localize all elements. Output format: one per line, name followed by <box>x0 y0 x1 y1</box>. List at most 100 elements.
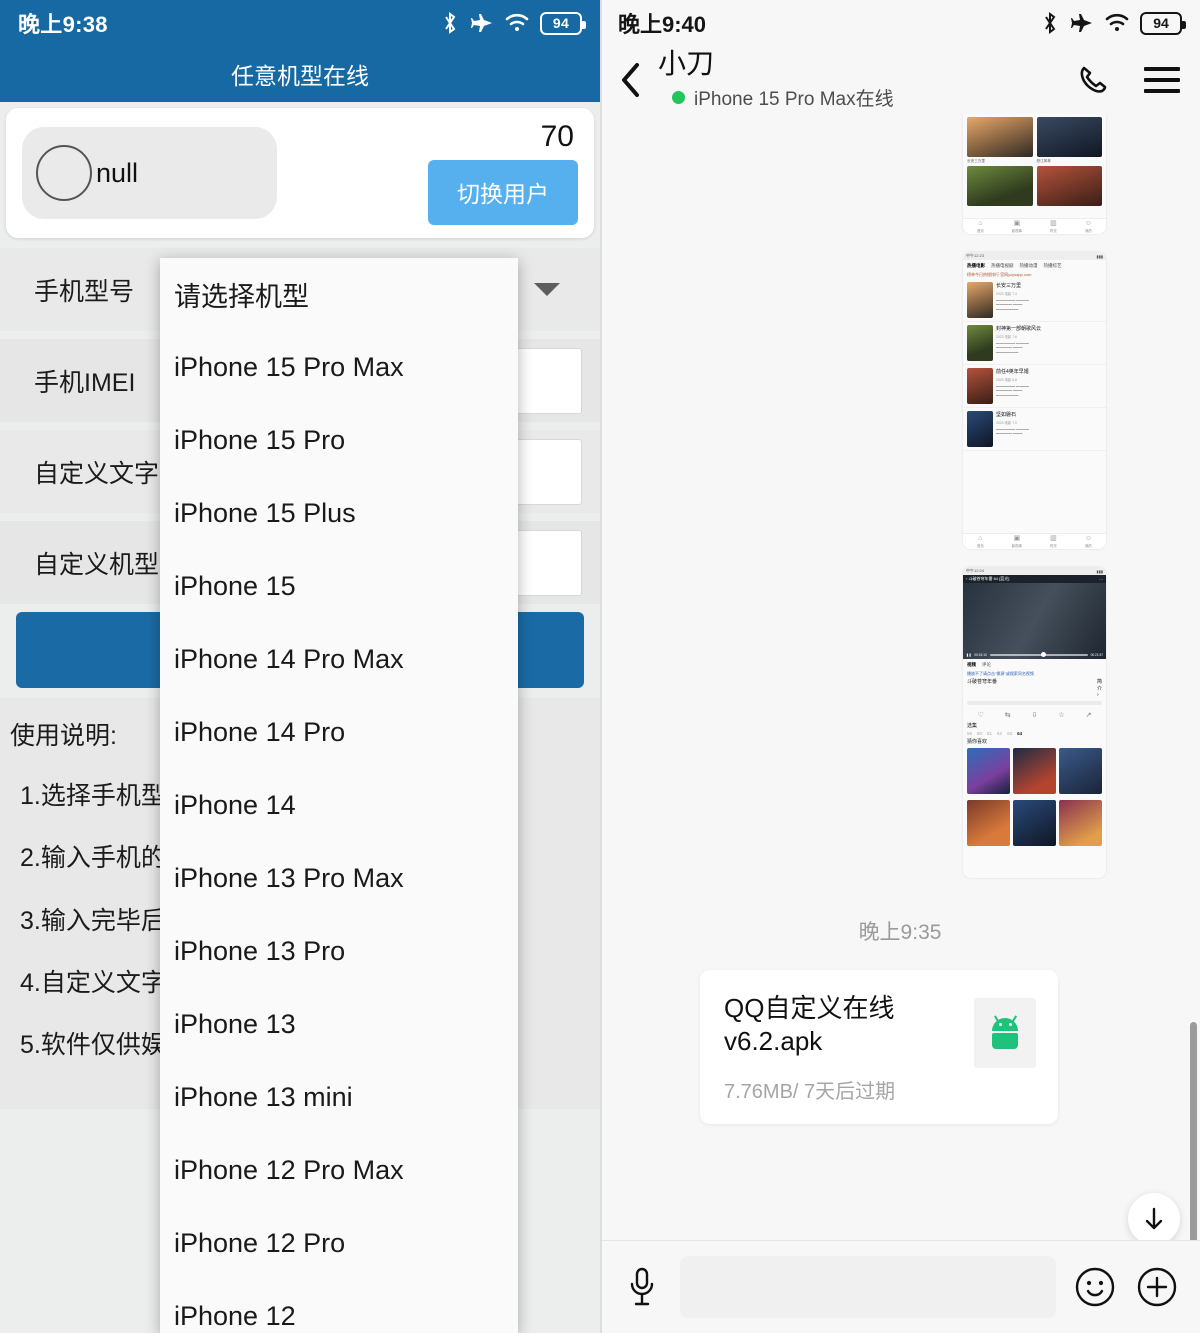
mini-list-statusbar: 中午12:23 ▮▮▮ <box>963 252 1106 260</box>
dropdown-option[interactable]: iPhone 14 Pro Max <box>160 623 518 696</box>
mini-home-navbar: ⌂ 首页 ▣ 影视库 ▥ 时光 ☺ 我的 <box>963 218 1106 234</box>
mini-player-recommend-row <box>963 797 1106 849</box>
status-time: 晚上9:38 <box>18 12 108 37</box>
mini-list-item: 封神第一部朝歌风云 2023 电影 7.6 ▬▬▬▬▬▬ ▬▬▬▬ ▬▬▬▬▬ ▬▬▬… <box>963 322 1106 365</box>
online-dot-icon <box>672 90 685 104</box>
android-apk-icon <box>974 998 1036 1068</box>
file-name: QQ自定义在线 v6.2.apk <box>724 993 895 1057</box>
contact-status: iPhone 15 Pro Max在线 <box>672 84 894 111</box>
mini-player-show: 斗破苍穹年番 简介 › <box>967 679 1102 698</box>
battery-icon: 94 <box>1140 11 1186 35</box>
mini-app-home: 精选电影 今日热搜榜 yzysapp.com 长安三万里 怒江风林 <box>963 114 1106 234</box>
dropdown-hint: 请选择机型 <box>174 282 309 312</box>
mini-list-promo: 榜单今日热搜排行 官网yzysapp.com <box>967 272 1032 277</box>
mini-app-list: 中午12:23 ▮▮▮ 热播电影 热播电视剧 热播动漫 热播综艺 榜单今日热搜排行… <box>963 252 1106 549</box>
phone-icon[interactable] <box>1070 57 1116 103</box>
chat-contact[interactable]: 小刀 iPhone 15 Pro Max在线 <box>658 48 894 111</box>
mini-player-actions: ♡ ⇆ ⇩ ☆ ↗ <box>977 712 1092 719</box>
message-image-movie-home[interactable]: 精选电影 今日热搜榜 yzysapp.com 长安三万里 怒江风林 <box>963 114 1106 234</box>
bluetooth-icon <box>441 11 459 35</box>
dropdown-option[interactable]: iPhone 15 Pro <box>160 404 518 477</box>
bluetooth-icon <box>1041 11 1059 35</box>
status-icons: 94 <box>1041 11 1186 35</box>
mini-player-recommend-row <box>963 745 1106 797</box>
left-app-panel: 晚上9:38 94 任意机型在线 null 70 切换用户 手机型号 手机IME… <box>0 0 600 1333</box>
hamburger-icon[interactable] <box>1144 67 1180 93</box>
mini-home-row <box>963 115 1106 159</box>
chevron-down-icon <box>534 283 560 296</box>
mini-home-row <box>963 164 1106 208</box>
mini-player-title: ‹ 斗破苍穹年番 64 [蓝光] ⋯ <box>963 575 1106 583</box>
message-image-video-player[interactable]: 中午12:24 ▮▮▮ ‹ 斗破苍穹年番 64 [蓝光] ⋯ ❚❚ 00:15:10 0… <box>963 567 1106 878</box>
message-time-divider: 晚上9:35 <box>858 921 942 944</box>
dropdown-option[interactable]: iPhone 13 Pro <box>160 915 518 988</box>
mini-list-item: 长安三万里 2023 电影 7.4 ▬▬▬▬▬▬ ▬▬▬▬ ▬▬▬▬▬ ▬▬▬ ▬▬▬▬… <box>963 279 1106 322</box>
mini-player-video: ❚❚ 00:15:10 00:21:57 <box>963 583 1106 659</box>
chat-body: 精选电影 今日热搜榜 yzysapp.com 长安三万里 怒江风林 <box>600 114 1200 1263</box>
user-name: null <box>96 157 139 188</box>
dropdown-option[interactable]: iPhone 15 <box>160 550 518 623</box>
dual-screenshot: 晚上9:38 94 任意机型在线 null 70 切换用户 手机型号 手机IME… <box>0 0 1200 1333</box>
emoji-icon[interactable] <box>1072 1264 1118 1310</box>
mini-player-notice: 播放不了请点击"换源"或搜索同名视频 <box>967 671 1034 676</box>
label-imei: 手机IMEI <box>34 368 136 397</box>
panel-divider <box>600 0 602 1333</box>
wifi-icon <box>1105 13 1129 33</box>
app-title: 任意机型在线 <box>231 63 369 89</box>
microphone-icon[interactable] <box>620 1266 664 1308</box>
chat-header: 小刀 iPhone 15 Pro Max在线 <box>600 46 1200 114</box>
avatar <box>36 145 92 201</box>
contact-name: 小刀 <box>658 48 715 80</box>
dropdown-option[interactable]: iPhone 14 Pro <box>160 696 518 769</box>
back-chevron-icon[interactable] <box>614 62 648 98</box>
app-title-bar: 任意机型在线 <box>0 46 600 102</box>
airplane-icon <box>1070 12 1094 34</box>
switch-user-button[interactable]: 切换用户 <box>428 159 578 225</box>
mini-list-tabs: 热播电影 热播电视剧 热播动漫 热播综艺 <box>967 263 1062 268</box>
file-meta: QQ自定义在线 v6.2.apk 7.76MB/ 7天后过期 <box>724 992 974 1104</box>
file-message-card[interactable]: QQ自定义在线 v6.2.apk 7.76MB/ 7天后过期 <box>700 970 1058 1124</box>
mini-player-recommend-label: 猜你喜欢 <box>967 739 988 745</box>
dropdown-option[interactable]: iPhone 15 Pro Max <box>160 331 518 404</box>
status-icons: 94 <box>441 11 586 35</box>
image-messages: 精选电影 今日热搜榜 yzysapp.com 长安三万里 怒江风林 <box>600 114 1200 878</box>
file-size-expiry: 7.76MB/ 7天后过期 <box>724 1080 896 1103</box>
dropdown-option[interactable]: iPhone 13 Pro Max <box>160 842 518 915</box>
user-card-right: 70 切换用户 <box>428 119 578 225</box>
user-count: 70 <box>540 119 574 153</box>
plus-icon[interactable] <box>1134 1264 1180 1310</box>
right-status-bar: 晚上9:40 94 <box>600 0 1200 46</box>
user-pill[interactable]: null <box>22 127 277 219</box>
airplane-icon <box>470 12 494 34</box>
dropdown-option[interactable]: iPhone 15 Plus <box>160 477 518 550</box>
user-card: null 70 切换用户 <box>6 108 594 238</box>
chat-input-bar <box>600 1240 1200 1333</box>
status-text: iPhone 15 Pro Max在线 <box>694 88 894 110</box>
header-actions <box>1070 57 1180 103</box>
mini-player-episodes-label: 选集 <box>967 723 978 729</box>
mini-player-tabs: 视频 评论 <box>967 662 991 667</box>
label-custom-model: 自定义机型 <box>34 550 160 579</box>
battery-icon: 94 <box>540 11 586 35</box>
chat-scrollbar[interactable] <box>1190 1022 1197 1263</box>
mini-list-navbar: ⌂ 首页 ▣ 影视库 ▥ 时光 ☺ 我的 <box>963 533 1106 549</box>
message-image-movie-list[interactable]: 中午12:23 ▮▮▮ 热播电影 热播电视剧 热播动漫 热播综艺 榜单今日热搜排行… <box>963 252 1106 549</box>
message-input[interactable] <box>680 1256 1056 1318</box>
dropdown-option[interactable]: iPhone 14 <box>160 769 518 842</box>
status-time: 晚上9:40 <box>618 12 707 37</box>
dropdown-option[interactable]: iPhone 13 mini <box>160 1061 518 1134</box>
scroll-to-bottom-icon[interactable] <box>1128 1193 1180 1245</box>
dropdown-option[interactable]: iPhone 12 Pro <box>160 1207 518 1280</box>
right-chat-panel: 晚上9:40 94 小刀 iPhone 15 Pro Max在线 长安三万里 怒… <box>600 0 1200 1333</box>
dropdown-option[interactable]: iPhone 12 <box>160 1280 518 1333</box>
label-phone-model: 手机型号 <box>34 277 135 306</box>
mini-player-statusbar: 中午12:24 ▮▮▮ <box>963 567 1106 575</box>
phone-model-dropdown[interactable]: 请选择机型 iPhone 15 Pro Max iPhone 15 Pro iP… <box>160 258 518 1333</box>
left-status-bar: 晚上9:38 94 <box>0 0 600 46</box>
dropdown-option[interactable]: iPhone 13 <box>160 988 518 1061</box>
mini-player-episodes: 59 60 61 62 63 64 <box>967 731 1023 736</box>
wifi-icon <box>505 13 529 33</box>
mini-list-item: 坚如磐石 2023 电影 7.0 ▬▬▬▬▬▬ ▬▬▬▬ ▬▬▬▬▬ ▬▬▬ <box>963 408 1106 451</box>
mini-app-player: 中午12:24 ▮▮▮ ‹ 斗破苍穹年番 64 [蓝光] ⋯ ❚❚ 00:15:10 0… <box>963 567 1106 878</box>
dropdown-option[interactable]: iPhone 12 Pro Max <box>160 1134 518 1207</box>
